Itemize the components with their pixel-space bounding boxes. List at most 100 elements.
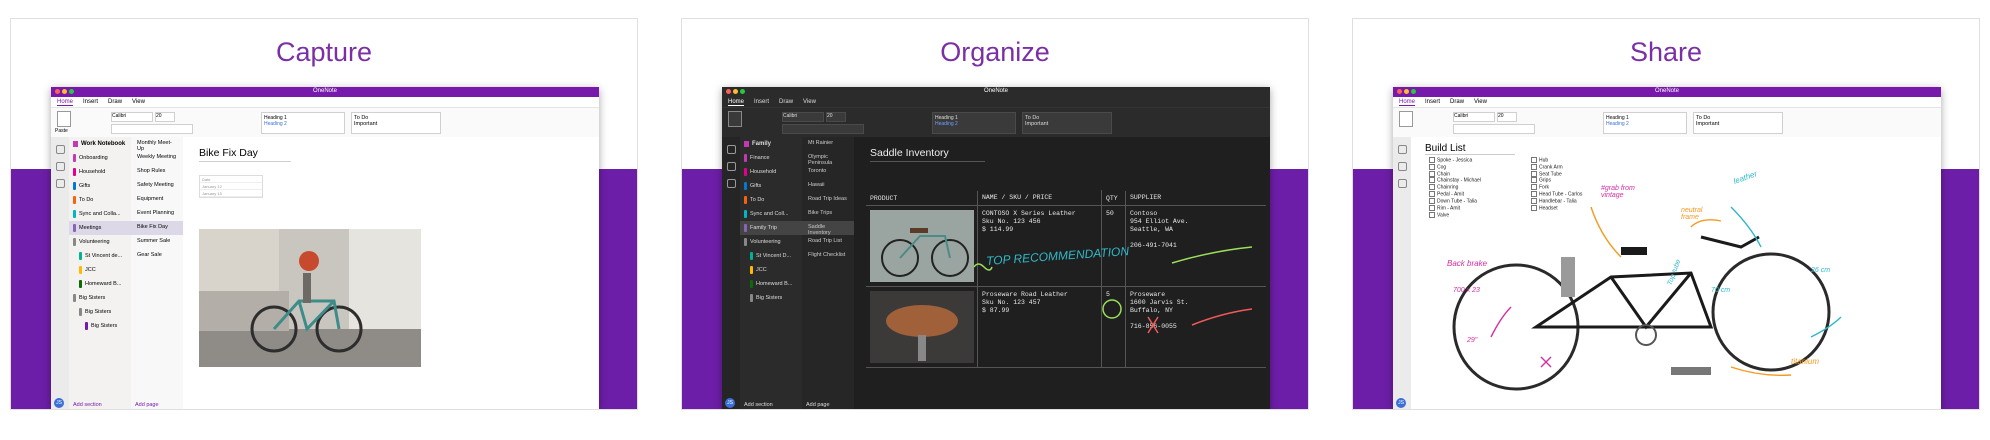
font-select[interactable]: Calibri xyxy=(111,112,153,122)
section-item[interactable]: Finance xyxy=(740,151,802,165)
styles-gallery[interactable]: Heading 1 Heading 2 xyxy=(932,112,1016,134)
tab-insert[interactable]: Insert xyxy=(83,99,98,105)
font-select[interactable]: Calibri xyxy=(782,112,824,122)
tags-gallery[interactable]: To Do Important xyxy=(1693,112,1783,134)
avatar[interactable]: JS xyxy=(725,398,735,408)
search-icon[interactable] xyxy=(1397,162,1407,171)
tag-important[interactable]: Important xyxy=(1025,121,1109,127)
page-title[interactable]: Saddle Inventory xyxy=(870,147,985,162)
style-heading2[interactable]: Heading 2 xyxy=(935,121,1013,127)
page-item[interactable]: Gear Sale xyxy=(131,249,183,263)
page-canvas[interactable]: Saddle Inventory PRODUCT NAME / SKU / PR… xyxy=(854,137,1270,409)
page-item[interactable]: Mt Rainier xyxy=(802,137,854,151)
add-section-button[interactable]: Add section xyxy=(73,402,102,408)
section-item[interactable]: To Do xyxy=(69,193,131,207)
section-item[interactable]: Volunteering xyxy=(740,235,802,249)
section-item[interactable]: St Vincent D... xyxy=(740,249,802,263)
format-toolbar[interactable] xyxy=(1453,124,1535,134)
page-title[interactable]: Bike Fix Day xyxy=(199,147,291,162)
font-select[interactable]: Calibri xyxy=(1453,112,1495,122)
tab-insert[interactable]: Insert xyxy=(1425,99,1440,105)
section-item[interactable]: St Vincent de... xyxy=(69,249,131,263)
format-toolbar[interactable] xyxy=(782,124,864,134)
page-item[interactable]: Road Trip List xyxy=(802,235,854,249)
page-item[interactable]: Flight Checklist xyxy=(802,249,854,263)
tab-home[interactable]: Home xyxy=(57,99,74,106)
page-item[interactable]: Shop Rules xyxy=(131,165,183,179)
checklist-item[interactable]: Fork xyxy=(1531,184,1582,191)
page-item[interactable]: Safety Meeting xyxy=(131,179,183,193)
paste-icon[interactable] xyxy=(1399,111,1413,127)
avatar[interactable]: JS xyxy=(54,398,64,408)
checklist-item[interactable]: Seat Tube xyxy=(1531,171,1582,178)
schedule-table[interactable]: Date January 12 January 15 xyxy=(199,175,263,198)
tab-view[interactable]: View xyxy=(132,99,145,105)
notebooks-icon[interactable] xyxy=(726,145,736,154)
section-item[interactable]: Homeward B... xyxy=(740,277,802,291)
page-canvas[interactable]: Bike Fix Day Date January 12 January 15 xyxy=(183,137,599,409)
tab-draw[interactable]: Draw xyxy=(108,99,122,105)
page-canvas[interactable]: Build List Spoke - Jessica Cog Chain Chains… xyxy=(1411,137,1941,409)
page-item[interactable]: Olympic Peninsula xyxy=(802,151,854,166)
recent-icon[interactable] xyxy=(726,179,736,188)
ink-strokes[interactable] xyxy=(972,237,1252,357)
page-item[interactable]: Monthly Meet-Up xyxy=(131,137,183,152)
checklist-item[interactable]: Grips xyxy=(1531,177,1582,184)
add-page-button[interactable]: Add page xyxy=(135,402,159,408)
tab-draw[interactable]: Draw xyxy=(779,99,793,105)
section-item[interactable]: Big Sisters xyxy=(69,319,131,333)
tags-gallery[interactable]: To Do Important xyxy=(1022,112,1112,134)
recent-icon[interactable] xyxy=(55,179,65,188)
style-heading2[interactable]: Heading 2 xyxy=(1606,121,1684,127)
section-item[interactable]: To Do xyxy=(740,193,802,207)
tab-home[interactable]: Home xyxy=(728,99,745,106)
page-item[interactable]: Event Planning xyxy=(131,207,183,221)
checklist-item[interactable]: Chain xyxy=(1429,171,1481,178)
page-item[interactable]: Summer Sale xyxy=(131,235,183,249)
add-section-button[interactable]: Add section xyxy=(744,402,773,408)
section-item[interactable]: Gifts xyxy=(740,179,802,193)
section-item[interactable]: Volunteering xyxy=(69,235,131,249)
font-size-select[interactable]: 20 xyxy=(155,112,175,122)
page-item[interactable]: Weekly Meeting xyxy=(131,151,183,165)
format-toolbar[interactable] xyxy=(111,124,193,134)
paste-icon[interactable] xyxy=(728,111,742,127)
section-item[interactable]: Big Sisters xyxy=(69,291,131,305)
tab-view[interactable]: View xyxy=(1474,99,1487,105)
tab-draw[interactable]: Draw xyxy=(1450,99,1464,105)
notebook-name[interactable]: Family xyxy=(740,137,802,151)
section-item[interactable]: Household xyxy=(740,165,802,179)
notebooks-icon[interactable] xyxy=(1397,145,1407,154)
page-item[interactable]: Toronto xyxy=(802,165,854,179)
section-item[interactable]: Onboarding xyxy=(69,151,131,165)
section-item[interactable]: Big Sisters xyxy=(740,291,802,305)
avatar[interactable]: JS xyxy=(1396,398,1406,408)
section-item[interactable]: Meetings xyxy=(69,221,131,235)
section-item[interactable]: JCC xyxy=(740,263,802,277)
page-item[interactable]: Saddle Inventory xyxy=(802,221,854,236)
font-size-select[interactable]: 20 xyxy=(1497,112,1517,122)
tag-important[interactable]: Important xyxy=(1696,121,1780,127)
page-item[interactable]: Bike Trips xyxy=(802,207,854,221)
page-item[interactable]: Road Trip Ideas xyxy=(802,193,854,207)
styles-gallery[interactable]: Heading 1 Heading 2 xyxy=(261,112,345,134)
section-item[interactable]: Family Trip xyxy=(740,221,802,235)
checklist-item[interactable]: Chainstay - Michael xyxy=(1429,177,1481,184)
section-item[interactable]: Homeward B... xyxy=(69,277,131,291)
section-item[interactable]: Household xyxy=(69,165,131,179)
tags-gallery[interactable]: To Do Important xyxy=(351,112,441,134)
page-item[interactable]: Bike Fix Day xyxy=(131,221,183,235)
tab-home[interactable]: Home xyxy=(1399,99,1416,106)
tab-view[interactable]: View xyxy=(803,99,816,105)
section-item[interactable]: Sync and Coll... xyxy=(740,207,802,221)
search-icon[interactable] xyxy=(55,162,65,171)
paste-icon[interactable] xyxy=(57,111,71,127)
section-item[interactable]: Sync and Colla... xyxy=(69,207,131,221)
page-title[interactable]: Build List xyxy=(1425,143,1515,155)
notebooks-icon[interactable] xyxy=(55,145,65,154)
add-page-button[interactable]: Add page xyxy=(806,402,830,408)
page-item[interactable]: Equipment xyxy=(131,193,183,207)
font-size-select[interactable]: 20 xyxy=(826,112,846,122)
style-heading2[interactable]: Heading 2 xyxy=(264,121,342,127)
section-item[interactable]: Big Sisters xyxy=(69,305,131,319)
